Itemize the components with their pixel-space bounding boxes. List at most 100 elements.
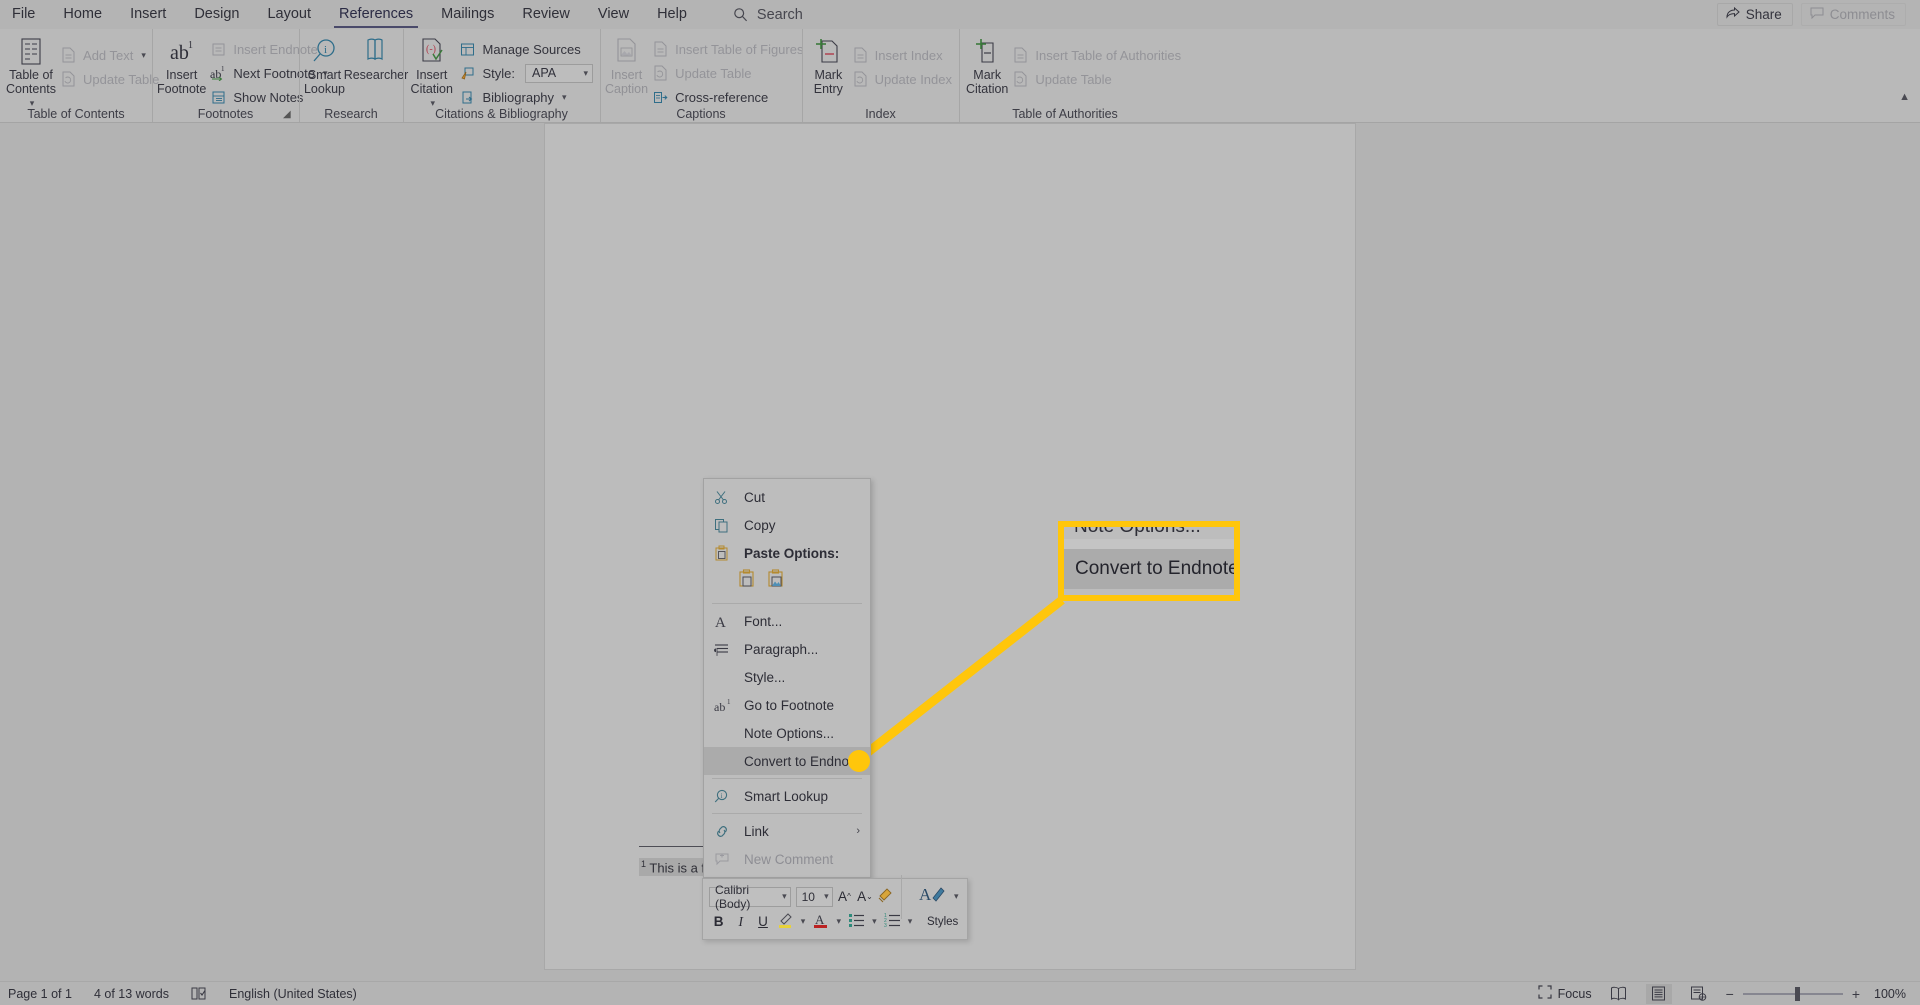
update-table-authorities-button[interactable]: Update Table	[1008, 68, 1188, 90]
zoom-slider[interactable]: − +	[1726, 986, 1860, 1002]
mini-toolbar-row-2: B I U ▾ A ▾ ▾ 12 3 ▾ Styles	[709, 909, 961, 934]
bold-button[interactable]: B	[709, 911, 728, 933]
styles-label-wrap[interactable]: Styles	[924, 916, 961, 928]
ribbon-group-table-of-authorities: Mark Citation Insert Table of Authoritie…	[959, 29, 1181, 105]
tab-review[interactable]: Review	[508, 0, 584, 29]
context-menu-item-new-comment[interactable]: New Comment	[704, 845, 870, 873]
word-count[interactable]: 4 of 13 words	[94, 987, 169, 1001]
italic-button[interactable]: I	[731, 911, 750, 933]
context-menu-label-cut: Cut	[744, 489, 766, 505]
tab-view[interactable]: View	[584, 0, 643, 29]
keep-source-formatting-icon[interactable]	[738, 569, 757, 594]
context-menu-label-smart-lookup: Smart Lookup	[744, 788, 829, 804]
numbering-caret-icon[interactable]: ▾	[905, 916, 915, 927]
manage-sources-button[interactable]: Manage Sources	[455, 38, 600, 60]
table-of-contents-button[interactable]: Table of Contents ▾	[6, 33, 56, 110]
font-a-icon: A	[714, 614, 740, 629]
insert-index-button[interactable]: Insert Index	[848, 44, 959, 66]
zoom-out-button[interactable]: −	[1726, 986, 1734, 1002]
tab-design[interactable]: Design	[180, 0, 253, 29]
insert-citation-button[interactable]: (-) Insert Citation ▾	[408, 33, 455, 110]
styles-caret-icon[interactable]: ▾	[951, 891, 961, 902]
font-size-value: 10	[801, 889, 815, 904]
tab-mailings[interactable]: Mailings	[427, 0, 508, 29]
proofing-icon[interactable]	[191, 987, 207, 1001]
context-menu-item-link[interactable]: Link ›	[704, 817, 870, 845]
update-index-button[interactable]: Update Index	[848, 68, 959, 90]
tab-file[interactable]: File	[0, 0, 49, 29]
picture-icon[interactable]	[767, 569, 786, 594]
shrink-font-button[interactable]: A ⌄	[856, 886, 874, 908]
zoom-thumb[interactable]	[1794, 986, 1800, 1001]
context-menu-item-smart-lookup[interactable]: i Smart Lookup	[704, 782, 870, 810]
context-menu-item-convert-to-endnote[interactable]: Convert to Endnote	[704, 747, 870, 775]
update-table-toc-button[interactable]: Update Table	[56, 68, 166, 90]
bullets-caret-icon[interactable]: ▾	[869, 916, 879, 927]
font-name-value: Calibri (Body)	[715, 882, 751, 911]
highlight-caret-icon[interactable]: ▾	[798, 916, 808, 927]
zoom-level[interactable]: 100%	[1874, 987, 1906, 1001]
footnotes-dialog-launcher[interactable]: ◢	[283, 110, 293, 120]
add-text-button[interactable]: Add Text ▾	[56, 44, 166, 66]
font-color-caret-icon[interactable]: ▾	[833, 916, 843, 927]
zoom-in-button[interactable]: +	[1852, 986, 1860, 1002]
citation-style-label: Style:	[482, 65, 515, 81]
callout-bottom-strip	[1064, 589, 1234, 595]
paragraph-icon: ¶	[714, 642, 740, 657]
context-menu-item-go-to-footnote[interactable]: ab 1 Go to Footnote	[704, 691, 870, 719]
font-size-select[interactable]: 10 ▾	[795, 886, 833, 907]
researcher-label: Researcher	[343, 68, 409, 82]
scissors-icon	[714, 490, 740, 505]
font-color-button[interactable]: A	[811, 911, 830, 933]
status-bar: Page 1 of 1 4 of 13 words English (Unite…	[0, 981, 1920, 1005]
bullets-button[interactable]	[847, 911, 866, 933]
ab-footnote-icon: ab 1	[714, 698, 740, 713]
search-placeholder: Search	[756, 6, 803, 23]
context-menu-item-cut[interactable]: Cut	[704, 483, 870, 511]
collapse-ribbon-button[interactable]: ▲	[1899, 91, 1910, 103]
context-menu-label-style: Style...	[744, 669, 786, 685]
ribbon-group-table-of-contents: Table of Contents ▾ Add Text ▾ Update Ta…	[0, 29, 159, 108]
context-menu-item-style[interactable]: Style...	[704, 663, 870, 691]
context-menu-item-note-options[interactable]: Note Options...	[704, 719, 870, 747]
grow-font-button[interactable]: A ^	[836, 886, 854, 908]
focus-button[interactable]: Focus	[1537, 985, 1592, 1002]
svg-text:i: i	[324, 44, 327, 56]
font-name-select[interactable]: Calibri (Body) ▾	[709, 883, 791, 911]
citation-style-select[interactable]: APA ▾	[525, 63, 593, 83]
context-menu-item-paragraph[interactable]: ¶ Paragraph...	[704, 635, 870, 663]
language-indicator[interactable]: English (United States)	[229, 987, 357, 1001]
zoom-track[interactable]	[1742, 986, 1843, 1001]
context-menu-item-copy[interactable]: Copy	[704, 511, 870, 539]
tab-layout[interactable]: Layout	[253, 0, 325, 29]
print-layout-icon[interactable]	[1645, 983, 1672, 1004]
insert-table-of-figures-button[interactable]: Insert Table of Figures	[648, 38, 810, 60]
search-box[interactable]: Search	[733, 7, 803, 23]
comments-button[interactable]: Comments	[1800, 3, 1906, 26]
tab-home[interactable]: Home	[49, 0, 116, 29]
styles-button[interactable]: A	[915, 884, 948, 907]
smart-lookup-button[interactable]: i Smart Lookup	[300, 33, 349, 96]
tab-help[interactable]: Help	[643, 0, 701, 29]
mark-entry-button[interactable]: Mark Entry	[809, 33, 848, 96]
researcher-button[interactable]: Researcher	[344, 33, 408, 82]
numbering-button[interactable]: 123	[883, 911, 902, 933]
mark-citation-button[interactable]: Mark Citation	[966, 33, 1008, 96]
insert-table-of-authorities-button[interactable]: Insert Table of Authorities	[1008, 44, 1188, 66]
underline-button[interactable]: U	[753, 911, 772, 933]
comment-icon	[1810, 7, 1824, 22]
update-table-captions-button[interactable]: Update Table	[648, 62, 810, 84]
tab-insert[interactable]: Insert	[116, 0, 180, 29]
tab-references[interactable]: References	[325, 0, 427, 29]
format-painter-button[interactable]	[877, 886, 895, 908]
text-highlight-button[interactable]	[776, 911, 795, 933]
page-indicator[interactable]: Page 1 of 1	[8, 987, 72, 1001]
insert-footnote-button[interactable]: ab 1 Insert Footnote	[157, 33, 206, 96]
read-mode-icon[interactable]	[1606, 984, 1632, 1004]
context-menu-label-copy: Copy	[744, 517, 776, 533]
insert-caption-button[interactable]: Insert Caption	[605, 33, 648, 96]
share-button[interactable]: Share	[1716, 3, 1793, 26]
context-menu-item-font[interactable]: A Font...	[704, 607, 870, 635]
update-table-icon	[60, 71, 77, 88]
web-layout-icon[interactable]	[1686, 984, 1712, 1004]
